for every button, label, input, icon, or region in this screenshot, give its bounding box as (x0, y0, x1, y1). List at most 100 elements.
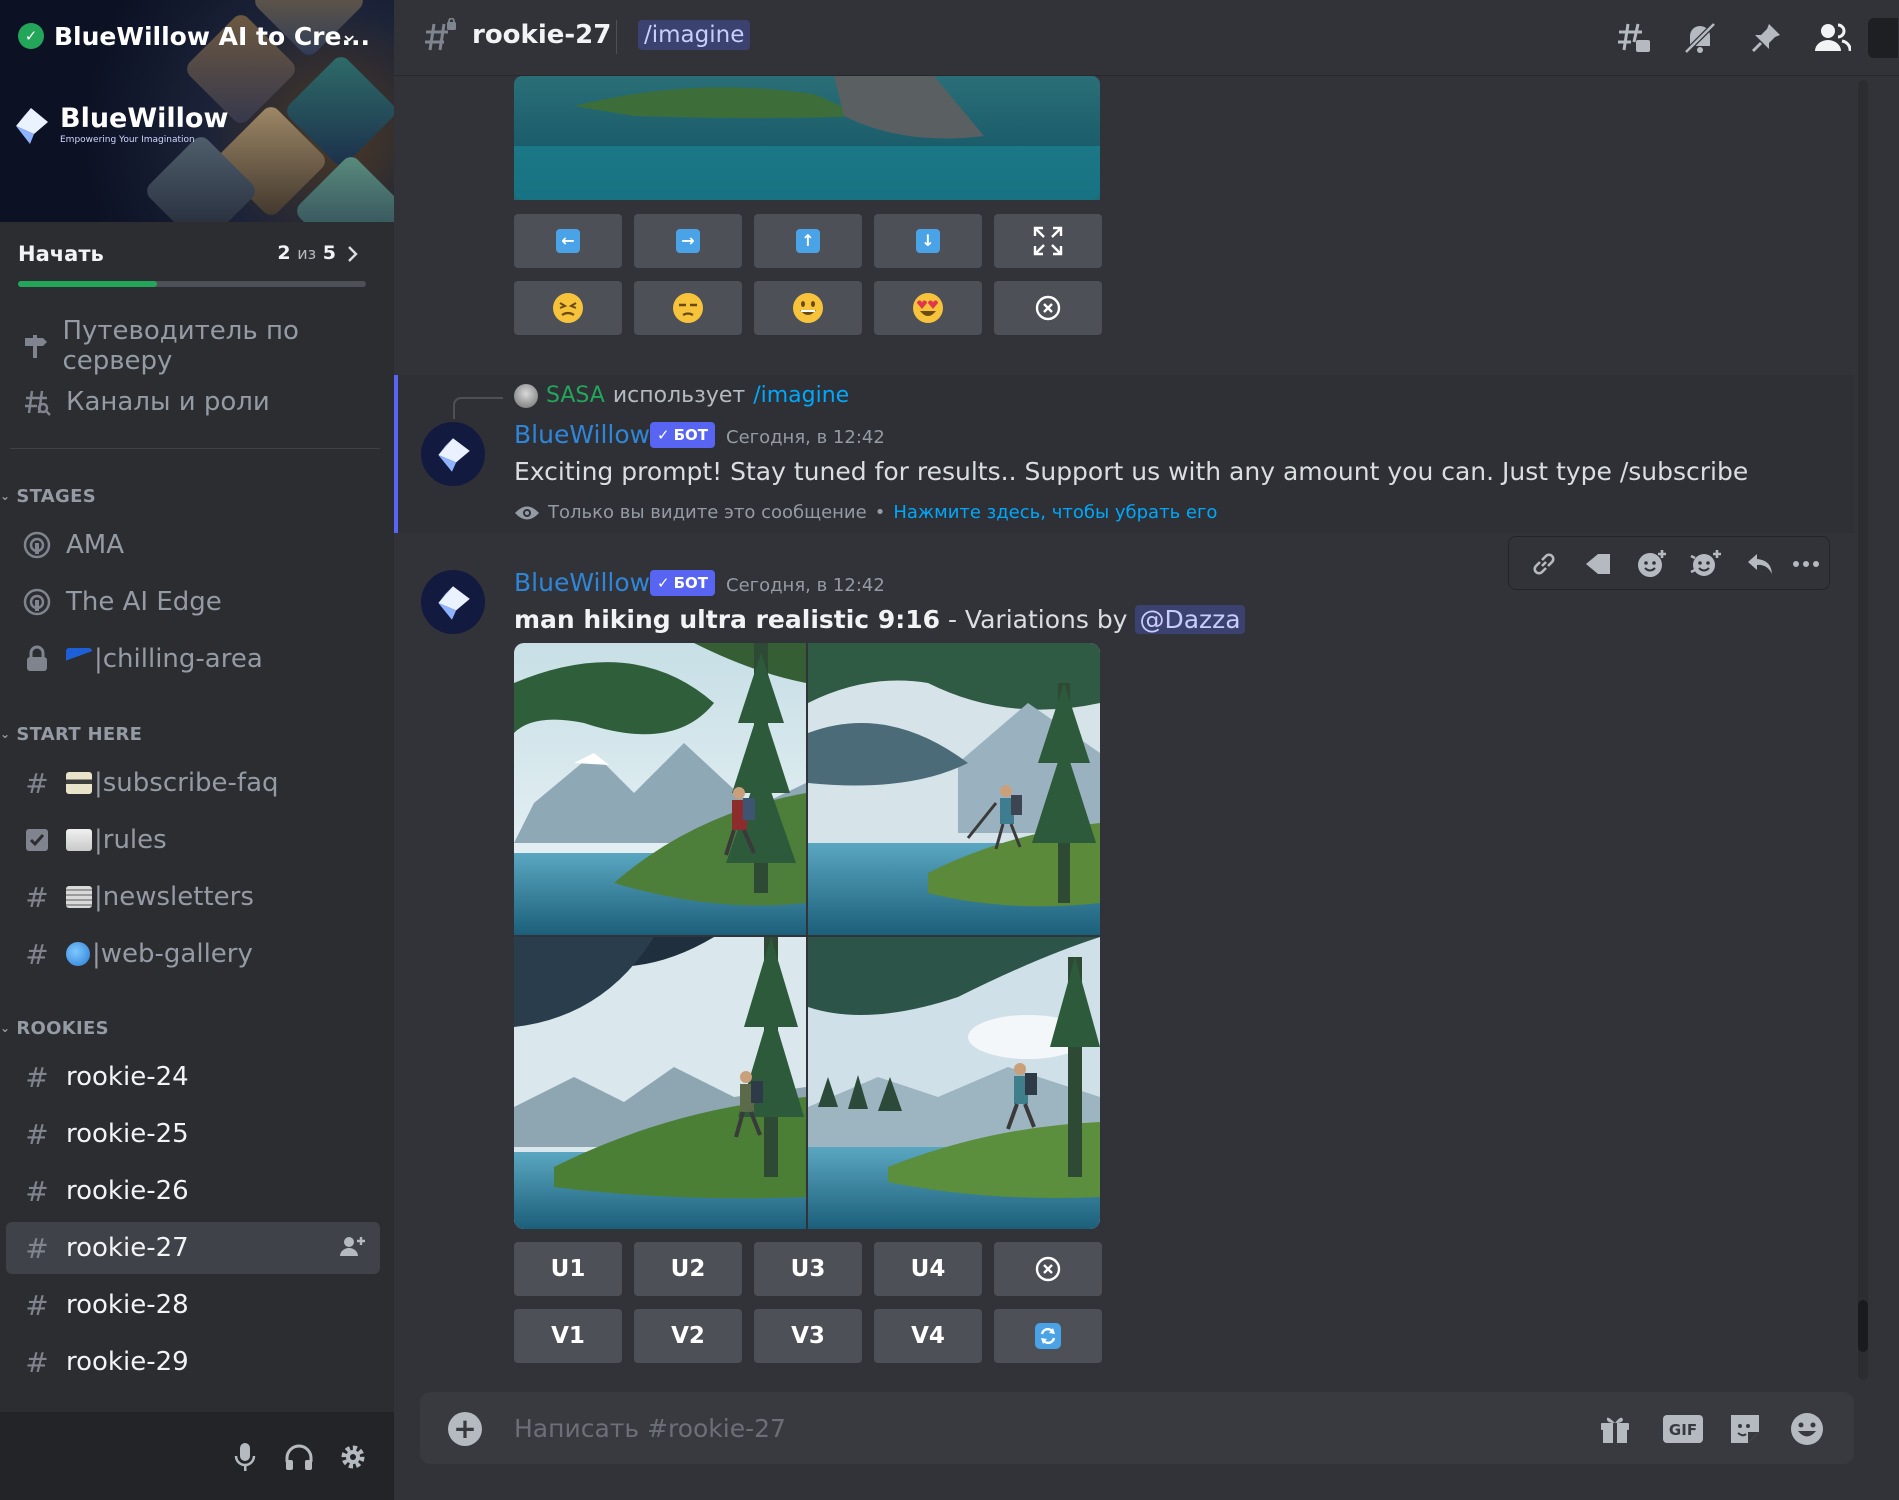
verified-icon: ✓ (18, 23, 44, 49)
member-list-icon[interactable] (1812, 18, 1852, 58)
locked-hash-icon: # (25, 1288, 49, 1322)
threads-icon[interactable] (1614, 18, 1654, 58)
cancel-job-button[interactable] (994, 1242, 1102, 1296)
brand-logo: BlueWillow Empowering Your Imagination (10, 104, 228, 146)
variation-1-button[interactable]: V1 (514, 1309, 622, 1363)
cancel-job-button[interactable] (994, 281, 1102, 335)
nav-up-button[interactable]: ↑ (754, 214, 862, 268)
reaction-persevere-button[interactable] (514, 281, 622, 335)
upscale-4-button[interactable]: U4 (874, 1242, 982, 1296)
onboarding-progress-bar (18, 281, 366, 287)
interaction-reply[interactable]: SASA использует /imagine (514, 383, 849, 408)
apps-command-icon[interactable] (1581, 547, 1615, 581)
category-start-here[interactable]: ⌄ START HERE (0, 722, 142, 746)
author-name[interactable]: BlueWillow (514, 420, 650, 449)
checkmark-icon: ✓ (657, 574, 670, 592)
sidebar-item-ai-edge[interactable]: The AI Edge (6, 576, 380, 628)
scrollbar-thumb[interactable] (1858, 1300, 1868, 1352)
locked-hash-icon: # (25, 1117, 49, 1151)
reaction-unamused-button[interactable] (634, 281, 742, 335)
message-input[interactable] (514, 1406, 1374, 1450)
author-name[interactable]: BlueWillow (514, 568, 650, 597)
sidebar-item-chilling-area[interactable]: |chilling-area (6, 633, 380, 685)
chevron-down-icon[interactable]: ⌄ (340, 22, 358, 47)
mute-notifications-icon[interactable] (1680, 18, 1720, 58)
channel-title: rookie-27 (472, 20, 612, 50)
pin-icon[interactable] (1746, 18, 1786, 58)
add-attachment-icon[interactable]: + (448, 1412, 482, 1446)
onboarding-progress[interactable]: Начать 2 из 5 (0, 222, 394, 300)
sidebar-item-subscribe-faq[interactable]: # |subscribe-faq (6, 757, 380, 809)
channel-topic[interactable]: /imagine (638, 20, 751, 50)
upscale-1-button[interactable]: U1 (514, 1242, 622, 1296)
lake-image-cropped[interactable] (514, 76, 1100, 200)
hash-icon: # (25, 766, 49, 800)
sidebar-item-rookie-29[interactable]: # rookie-29 (6, 1336, 380, 1388)
expand-button[interactable] (994, 214, 1102, 268)
variation-4-button[interactable]: V4 (874, 1309, 982, 1363)
heart-eyes-emoji-icon (913, 293, 943, 323)
headphones-icon[interactable] (282, 1440, 316, 1474)
emoji-picker-icon[interactable] (1788, 1410, 1826, 1448)
reply-icon[interactable] (1743, 547, 1777, 581)
invite-member-icon[interactable] (340, 1234, 366, 1263)
super-reaction-icon[interactable] (1689, 547, 1723, 581)
message-timestamp[interactable]: Сегодня, в 12:42 (726, 575, 885, 596)
sidebar-item-channels-roles[interactable]: Каналы и роли (6, 376, 380, 428)
sidebar-item-web-gallery[interactable]: # |web-gallery (6, 928, 380, 980)
sticker-icon[interactable] (1726, 1410, 1764, 1448)
bluewillow-avatar[interactable] (421, 570, 485, 634)
sidebar-item-newsletters[interactable]: # |newsletters (6, 871, 380, 923)
nav-left-button[interactable]: ← (514, 214, 622, 268)
bluewillow-avatar[interactable] (421, 422, 485, 486)
gif-icon[interactable]: GIF (1662, 1410, 1704, 1448)
scrollbar-track[interactable] (1858, 80, 1868, 1380)
sidebar-item-rules[interactable]: |rules (6, 814, 380, 866)
sidebar-item-server-guide[interactable]: Путеводитель по серверу (6, 316, 380, 376)
reroll-icon (1035, 1323, 1061, 1349)
message-timestamp[interactable]: Сегодня, в 12:42 (726, 427, 885, 448)
sidebar-item-rookie-27[interactable]: # rookie-27 (6, 1222, 380, 1274)
onboarding-count: 2 из 5 (277, 242, 336, 264)
bluewillow-logo-icon (438, 438, 470, 472)
sidebar-item-rookie-25[interactable]: # rookie-25 (6, 1108, 380, 1160)
settings-gear-icon[interactable] (336, 1440, 370, 1474)
category-rookies[interactable]: ⌄ ROOKIES (0, 1016, 109, 1040)
onboarding-progress-fill (18, 281, 158, 287)
category-stages[interactable]: ⌄ STAGES (0, 484, 96, 508)
message-composer: + GIF (420, 1392, 1854, 1464)
locked-hash-icon: # (25, 1060, 49, 1094)
gift-icon[interactable] (1596, 1410, 1634, 1448)
header-divider (616, 20, 617, 54)
variation-2-button[interactable]: V2 (634, 1309, 742, 1363)
channel-sidebar: ✓ BlueWillow AI to Cre... ⌄ BlueWillow E… (0, 0, 394, 1500)
persevere-emoji-icon (553, 293, 583, 323)
reaction-grinning-button[interactable] (754, 281, 862, 335)
bot-badge: ✓ БОТ (650, 422, 715, 448)
variation-3-button[interactable]: V3 (754, 1309, 862, 1363)
upscale-2-button[interactable]: U2 (634, 1242, 742, 1296)
nav-right-button[interactable]: → (634, 214, 742, 268)
unamused-emoji-icon (673, 293, 703, 323)
search-bar-edge[interactable] (1868, 18, 1898, 58)
divider (10, 448, 380, 449)
reroll-button[interactable] (994, 1309, 1102, 1363)
sidebar-item-rookie-26[interactable]: # rookie-26 (6, 1165, 380, 1217)
server-banner[interactable]: ✓ BlueWillow AI to Cre... ⌄ BlueWillow E… (0, 0, 394, 222)
user-mention[interactable]: @Dazza (1135, 605, 1245, 634)
nav-down-button[interactable]: ↓ (874, 214, 982, 268)
generated-image-grid[interactable] (514, 643, 1100, 1229)
sidebar-item-rookie-28[interactable]: # rookie-28 (6, 1279, 380, 1331)
upscale-3-button[interactable]: U3 (754, 1242, 862, 1296)
reaction-heart-eyes-button[interactable] (874, 281, 982, 335)
add-reaction-icon[interactable] (1635, 547, 1669, 581)
sidebar-item-rookie-24[interactable]: # rookie-24 (6, 1051, 380, 1103)
microphone-icon[interactable] (228, 1440, 262, 1474)
credit-card-emoji-icon (66, 772, 92, 794)
copy-link-icon[interactable] (1527, 547, 1561, 581)
more-options-icon[interactable] (1789, 547, 1823, 581)
server-name[interactable]: ✓ BlueWillow AI to Cre... (18, 18, 370, 54)
eye-icon (515, 506, 539, 519)
sidebar-item-ama[interactable]: AMA (6, 519, 380, 571)
locked-hash-icon: # (25, 1174, 49, 1208)
